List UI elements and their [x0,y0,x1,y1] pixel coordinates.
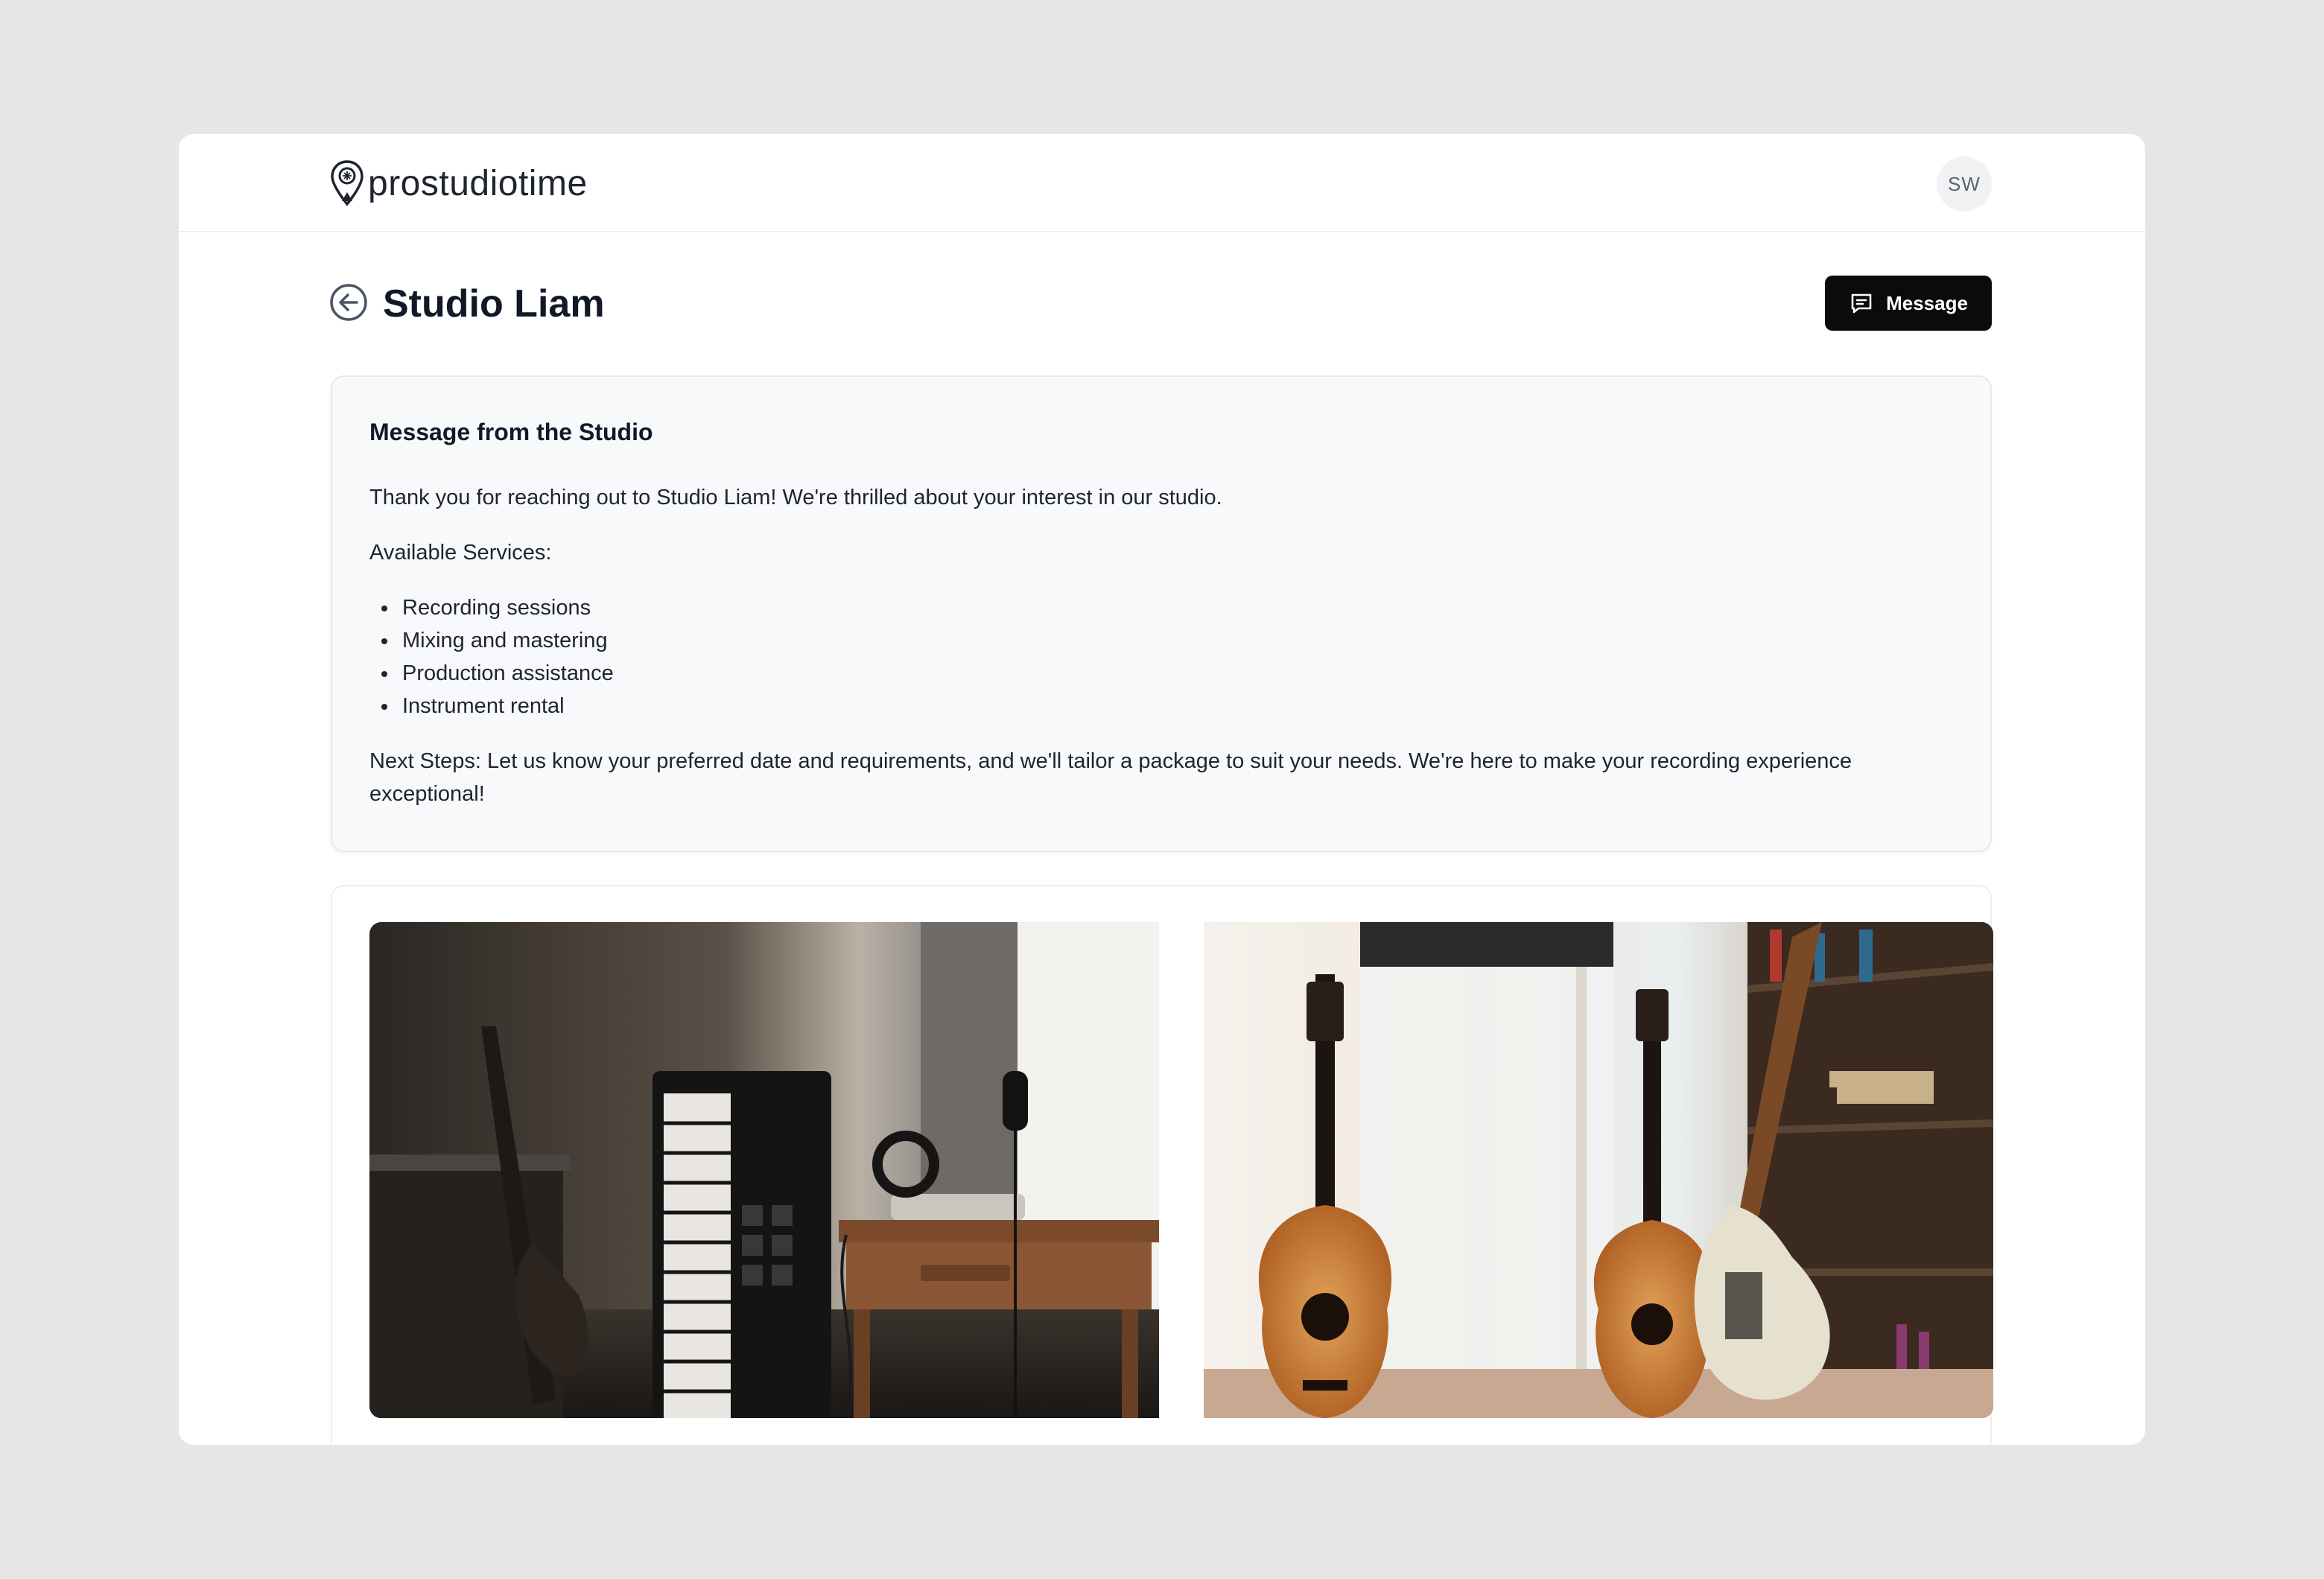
logo-text: prostudiotime [368,163,588,203]
message-intro: Thank you for reaching out to Studio Lia… [369,486,1222,509]
message-button[interactable]: Message [1825,276,1992,331]
top-bar: prostudiotime SW [179,134,2145,232]
list-item: Production assistance [381,657,1953,690]
studio-photo-guitars[interactable] [1204,922,1993,1418]
logo[interactable]: prostudiotime [329,159,588,207]
list-item: Mixing and mastering [381,624,1953,657]
services-list: Recording sessions Mixing and mastering … [369,591,1953,722]
message-button-label: Message [1886,291,1968,314]
photo-gallery [331,885,1993,1445]
next-steps: Next Steps: Let us know your preferred d… [369,749,1852,806]
page-title: Studio Liam [383,282,605,325]
services-label: Available Services: [369,541,552,565]
app-window: prostudiotime SW Studio Liam Message Mes… [179,134,2145,1445]
page-header: Studio Liam Message [329,276,1992,332]
message-heading: Message from the Studio [369,419,653,445]
studio-message-card: Message from the Studio Thank you for re… [331,375,1992,852]
arrow-left-circle-icon[interactable] [329,283,368,322]
user-avatar[interactable]: SW [1937,156,1992,212]
list-item: Instrument rental [381,690,1953,722]
list-item: Recording sessions [381,591,1953,624]
chat-bubble-icon [1851,293,1872,314]
map-pin-logo-icon [331,160,363,206]
studio-photo-keyboard[interactable] [369,922,1159,1418]
